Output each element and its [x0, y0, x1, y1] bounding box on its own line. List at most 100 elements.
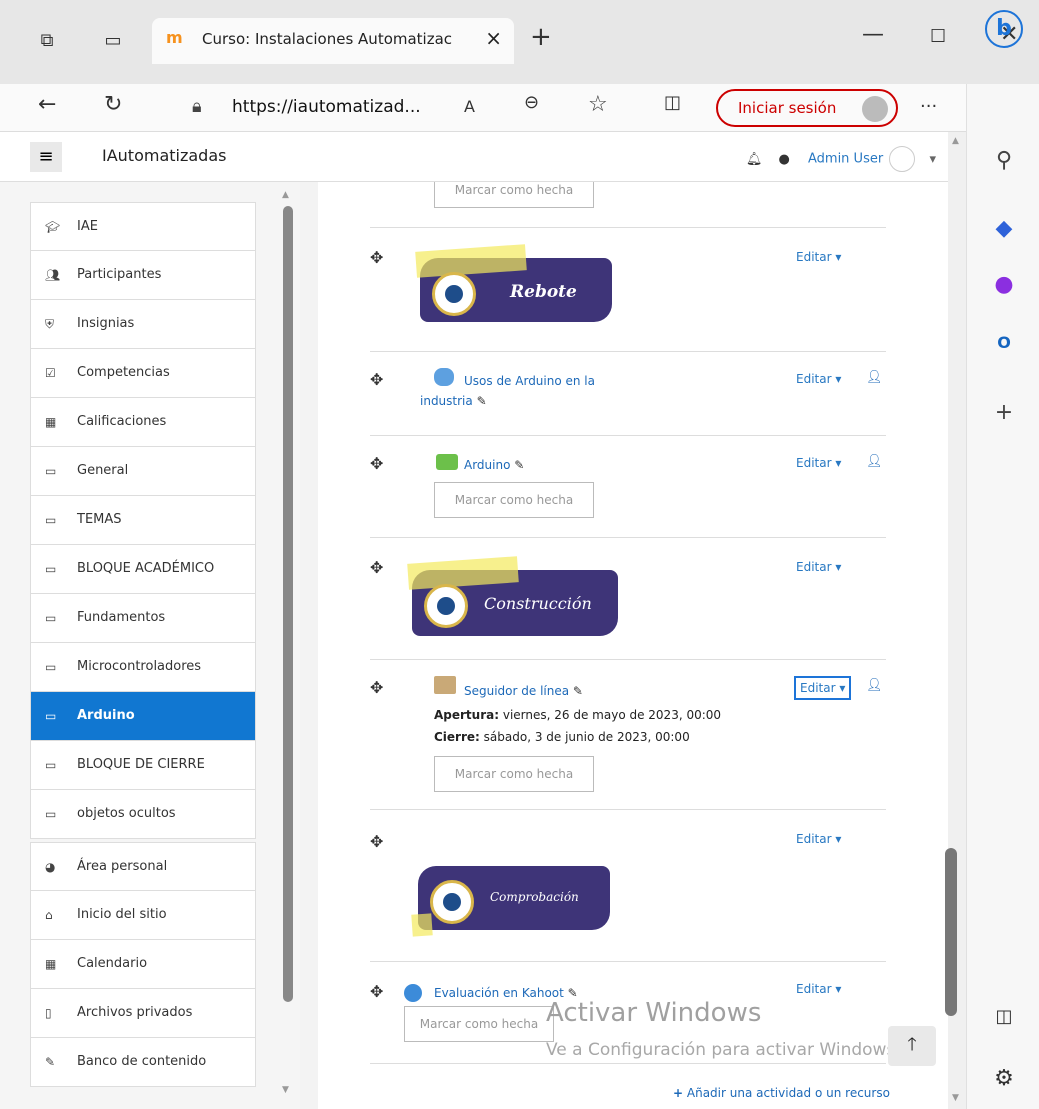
- user-menu[interactable]: 🔔︎ ● Admin User ▾: [746, 146, 936, 172]
- message-icon[interactable]: ●: [779, 152, 790, 167]
- split-screen-icon[interactable]: ◫: [664, 92, 681, 113]
- scroll-down-icon[interactable]: ▼: [952, 1093, 959, 1103]
- nav-item-area-personal[interactable]: ◕ Área personal: [30, 842, 256, 891]
- forum-link-line2[interactable]: industria ✎: [420, 394, 487, 408]
- scroll-up-icon[interactable]: ▲: [282, 190, 289, 200]
- mark-done-button[interactable]: Marcar como hecha: [404, 1006, 554, 1042]
- nav-item-inicio-sitio[interactable]: ⌂ Inicio del sitio: [30, 891, 256, 940]
- browser-tab[interactable]: m Curso: Instalaciones Automatizac ×: [152, 18, 514, 64]
- edit-menu[interactable]: Editar ▾: [796, 982, 841, 996]
- new-tab-button[interactable]: +: [530, 22, 552, 52]
- plus-icon: +: [673, 1086, 684, 1100]
- forum-link[interactable]: Usos de Arduino en la: [464, 374, 595, 388]
- favorite-star-icon[interactable]: ☆: [588, 92, 608, 117]
- move-icon[interactable]: ✥: [370, 832, 383, 851]
- nav-item-insignias[interactable]: ⛨ Insignias: [30, 300, 256, 349]
- close-tab-icon[interactable]: ×: [485, 26, 502, 50]
- back-to-top-button[interactable]: 🡑: [888, 1026, 936, 1066]
- edit-menu[interactable]: Editar ▾: [796, 372, 841, 386]
- minimize-icon[interactable]: —: [862, 22, 884, 47]
- add-activity-link[interactable]: + Añadir una actividad o un recurso: [673, 1086, 890, 1100]
- move-icon[interactable]: ✥: [370, 678, 383, 697]
- refresh-icon[interactable]: ↻: [104, 92, 122, 117]
- bell-icon[interactable]: 🔔︎: [746, 152, 763, 167]
- nav-item-archivos-privados[interactable]: ▯ Archivos privados: [30, 989, 256, 1038]
- scroll-up-icon[interactable]: ▲: [952, 136, 959, 146]
- url-text: https://iautomatizad...: [232, 97, 421, 117]
- closing-date: Cierre: sábado, 3 de junio de 2023, 00:0…: [434, 730, 690, 744]
- user-icon[interactable]: 👤︎: [866, 454, 883, 469]
- chat-link[interactable]: Arduino ✎: [464, 458, 524, 472]
- nav-item-calendario[interactable]: ▦ Calendario: [30, 940, 256, 989]
- profile-avatar: [862, 96, 888, 122]
- users-icon: 👥︎: [45, 268, 61, 282]
- move-icon[interactable]: ✥: [370, 454, 383, 473]
- nav-item-bloque-cierre[interactable]: ▭ BLOQUE DE CIERRE: [30, 741, 256, 790]
- maximize-icon[interactable]: ☐: [930, 26, 946, 47]
- nav-item-objetos-ocultos[interactable]: ▭ objetos ocultos: [30, 790, 256, 839]
- more-options-icon[interactable]: ···: [920, 96, 937, 117]
- zoom-icon[interactable]: ⊖: [524, 92, 539, 113]
- office-icon[interactable]: ●: [987, 268, 1021, 302]
- nav-item-participantes[interactable]: 👥︎ Participantes: [30, 251, 256, 300]
- shield-icon: ⛨: [45, 317, 55, 331]
- tab-actions-icon[interactable]: ⧉: [36, 30, 58, 52]
- banner-text: Rebote: [510, 282, 577, 302]
- activity-row: Marcar como hecha: [370, 182, 886, 228]
- sidebar-toggle-icon[interactable]: ◫: [987, 1000, 1021, 1034]
- menu-toggle-button[interactable]: ≡: [30, 142, 62, 172]
- back-icon[interactable]: ←: [38, 92, 56, 117]
- move-icon[interactable]: ✥: [370, 982, 383, 1001]
- settings-gear-icon[interactable]: ⚙: [987, 1062, 1021, 1096]
- edit-menu[interactable]: Editar ▾: [796, 560, 841, 574]
- edit-menu[interactable]: Editar ▾: [796, 832, 841, 846]
- activate-windows-title: Activar Windows: [546, 998, 762, 1028]
- search-icon[interactable]: ⚲: [987, 144, 1021, 178]
- outlook-icon[interactable]: O: [987, 326, 1021, 360]
- user-icon[interactable]: 👤︎: [866, 370, 883, 385]
- assignment-link[interactable]: Seguidor de línea ✎: [464, 684, 583, 698]
- folder-icon: ▭: [45, 660, 57, 674]
- nav-item-competencias[interactable]: ☑ Competencias: [30, 349, 256, 398]
- bing-icon[interactable]: b: [985, 10, 1023, 48]
- folder-icon: ▭: [45, 758, 57, 772]
- mark-done-button[interactable]: Marcar como hecha: [434, 482, 594, 518]
- edit-menu[interactable]: Editar ▾: [796, 250, 841, 264]
- pencil-icon[interactable]: ✎: [573, 684, 583, 698]
- edit-menu[interactable]: Editar ▾: [796, 456, 841, 470]
- opening-date: Apertura: viernes, 26 de mayo de 2023, 0…: [434, 708, 722, 722]
- pencil-icon[interactable]: ✎: [514, 458, 524, 472]
- nav-item-banco-contenido[interactable]: ✎ Banco de contenido: [30, 1038, 256, 1087]
- mark-done-button[interactable]: Marcar como hecha: [434, 182, 594, 208]
- highlight-mark: [411, 913, 433, 937]
- vertical-tabs-icon[interactable]: ▭: [102, 30, 124, 52]
- move-icon[interactable]: ✥: [370, 370, 383, 389]
- pen-icon: ✎: [45, 1055, 56, 1069]
- highlight-mark: [407, 556, 519, 590]
- drawer-scroll-thumb[interactable]: [283, 206, 293, 1002]
- calendar-icon: ▦: [45, 957, 57, 971]
- shopping-tag-icon[interactable]: ◆: [987, 212, 1021, 246]
- nav-item-arduino[interactable]: ▭ Arduino: [30, 692, 256, 741]
- nav-item-microcontroladores[interactable]: ▭ Microcontroladores: [30, 643, 256, 692]
- main-scroll-thumb[interactable]: [945, 848, 957, 1016]
- nav-item-temas[interactable]: ▭ TEMAS: [30, 496, 256, 545]
- add-icon[interactable]: +: [987, 396, 1021, 430]
- label-banner-comprobacion: Comprobación: [411, 866, 610, 937]
- institution-logo: [430, 880, 474, 924]
- edit-menu[interactable]: Editar ▾: [794, 676, 852, 700]
- mark-done-button[interactable]: Marcar como hecha: [434, 756, 594, 792]
- nav-item-fundamentos[interactable]: ▭ Fundamentos: [30, 594, 256, 643]
- nav-item-bloque-academico[interactable]: ▭ BLOQUE ACADÉMICO: [30, 545, 256, 594]
- site-name[interactable]: IAutomatizadas: [102, 146, 226, 165]
- move-icon[interactable]: ✥: [370, 248, 383, 267]
- nav-item-general[interactable]: ▭ General: [30, 447, 256, 496]
- read-aloud-icon[interactable]: A: [464, 97, 475, 116]
- move-icon[interactable]: ✥: [370, 558, 383, 577]
- signin-button[interactable]: Iniciar sesión: [716, 89, 898, 127]
- pencil-icon[interactable]: ✎: [477, 394, 487, 408]
- user-icon[interactable]: 👤︎: [866, 678, 883, 693]
- nav-item-calificaciones[interactable]: ▦ Calificaciones: [30, 398, 256, 447]
- scroll-down-icon[interactable]: ▼: [282, 1085, 289, 1095]
- nav-item-iae[interactable]: 🎓︎ IAE: [30, 202, 256, 251]
